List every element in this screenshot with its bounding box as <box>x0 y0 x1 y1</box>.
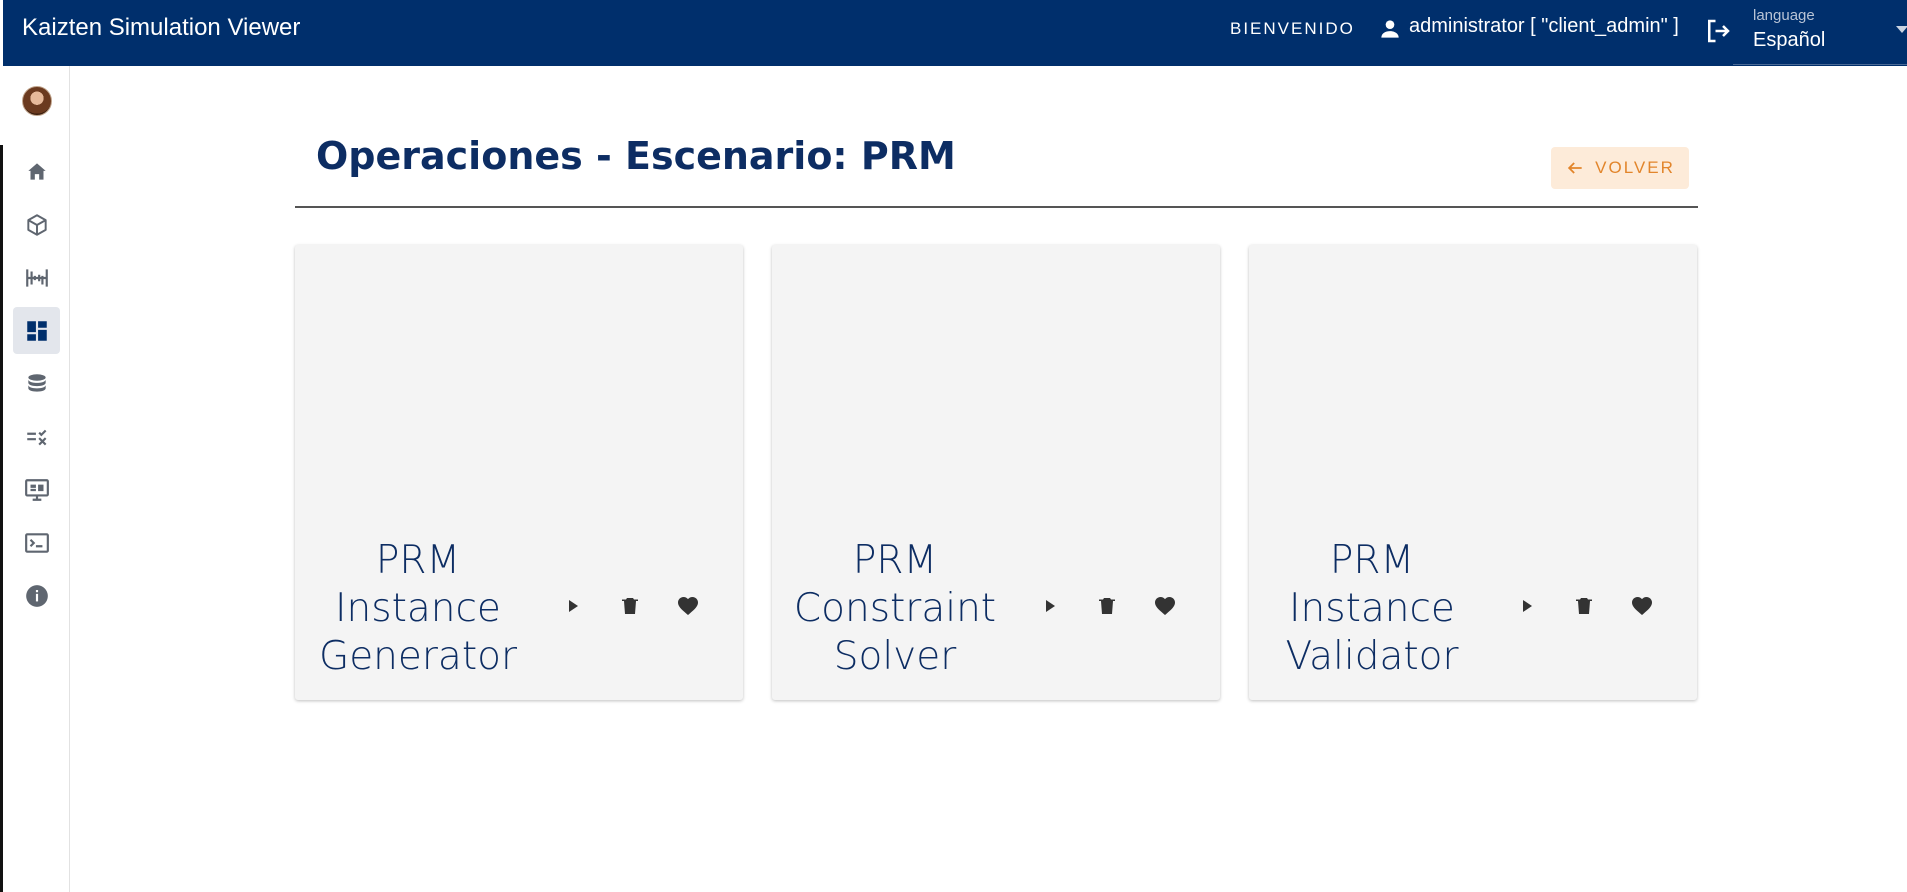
sidebar-item-timeline[interactable] <box>13 254 60 301</box>
sidebar-item-validation[interactable] <box>13 413 60 460</box>
page-title: Operaciones - Escenario: PRM <box>316 134 956 178</box>
run-button[interactable] <box>1032 588 1068 624</box>
avatar[interactable] <box>22 86 52 116</box>
app-title: Kaizten Simulation Viewer <box>22 14 301 41</box>
heart-icon <box>1155 597 1175 615</box>
favorite-button[interactable] <box>1147 588 1183 624</box>
database-icon <box>27 373 46 392</box>
sidebar-item-info[interactable] <box>13 572 60 619</box>
trash-icon <box>1099 598 1115 614</box>
back-button-label: VOLVER <box>1595 158 1675 177</box>
checklist-icon <box>26 429 46 445</box>
user-icon <box>1381 20 1399 38</box>
operation-card: PRM Constraint Solver <box>772 245 1220 700</box>
heart-icon <box>1632 597 1652 615</box>
top-app-bar: Kaizten Simulation Viewer BIENVENIDO adm… <box>3 0 1907 66</box>
delete-button[interactable] <box>612 588 648 624</box>
run-button[interactable] <box>1509 588 1545 624</box>
trash-icon <box>622 598 638 614</box>
terminal-icon <box>24 532 49 553</box>
logout-icon[interactable] <box>1703 16 1733 46</box>
operation-card: PRM Instance Generator <box>295 245 743 700</box>
language-value: Español <box>1753 29 1826 51</box>
dashboard-icon <box>26 320 47 341</box>
home-icon <box>27 162 46 180</box>
delete-button[interactable] <box>1566 588 1602 624</box>
heart-icon <box>678 597 698 615</box>
run-button[interactable] <box>555 588 591 624</box>
card-title: PRM Instance Generator <box>318 538 518 679</box>
trash-icon <box>1576 598 1592 614</box>
sidebar-item-models[interactable] <box>13 201 60 248</box>
play-icon <box>1523 600 1532 612</box>
language-select[interactable]: language Español <box>1733 0 1907 65</box>
back-button[interactable]: VOLVER <box>1551 147 1689 189</box>
operation-card: PRM Instance Validator <box>1249 245 1697 700</box>
sidebar <box>3 66 70 892</box>
favorite-button[interactable] <box>1624 588 1660 624</box>
timeline-icon <box>25 268 48 287</box>
monitor-icon <box>24 478 49 501</box>
language-label: language <box>1753 7 1815 24</box>
sidebar-item-terminal[interactable] <box>13 519 60 566</box>
card-title: PRM Constraint Solver <box>793 538 997 679</box>
chevron-down-icon <box>1896 26 1907 33</box>
delete-button[interactable] <box>1089 588 1125 624</box>
title-divider <box>295 206 1698 208</box>
sidebar-item-home[interactable] <box>13 148 60 195</box>
welcome-label: BIENVENIDO <box>1230 19 1355 38</box>
cube-icon <box>26 213 47 236</box>
sidebar-item-dashboard[interactable] <box>13 307 60 354</box>
arrow-left-icon <box>1568 162 1582 174</box>
sidebar-item-database[interactable] <box>13 360 60 407</box>
info-icon <box>25 584 48 607</box>
user-name: administrator [ "client_admin" ] <box>1409 15 1679 37</box>
play-icon <box>569 600 578 612</box>
play-icon <box>1046 600 1055 612</box>
favorite-button[interactable] <box>670 588 706 624</box>
card-title: PRM Instance Validator <box>1285 538 1459 679</box>
sidebar-item-monitor[interactable] <box>13 466 60 513</box>
